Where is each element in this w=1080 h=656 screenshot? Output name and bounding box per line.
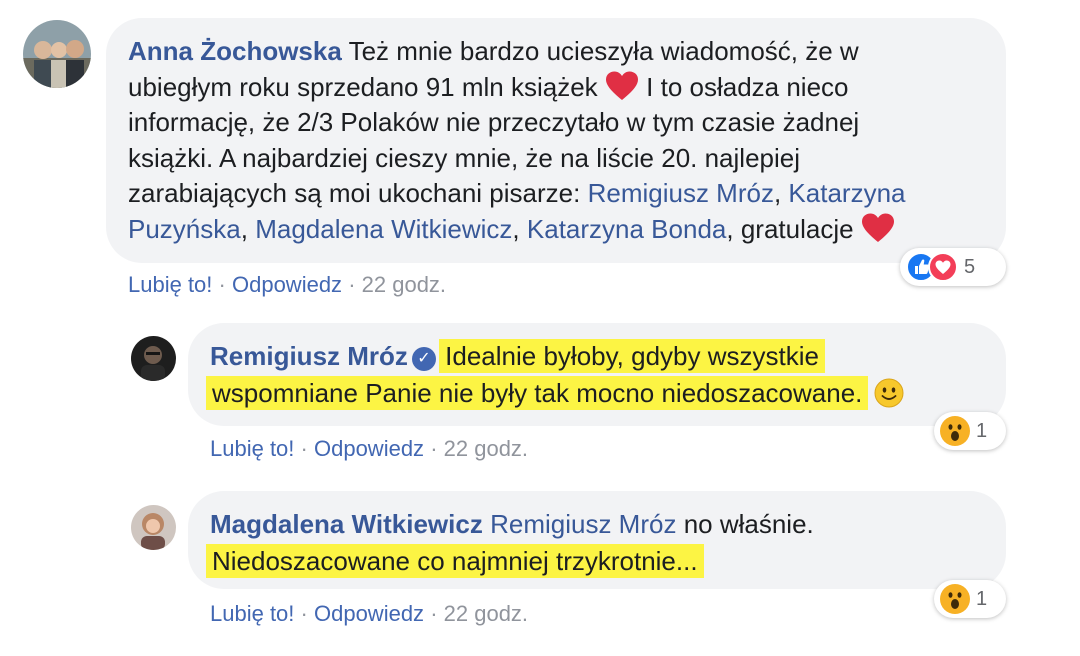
comment-text: , xyxy=(240,214,248,244)
comment-line: informację, że 2/3 Polaków nie przeczyta… xyxy=(128,105,859,140)
comment-line: Niedoszacowane co najmniej trzykrotnie..… xyxy=(206,544,704,579)
comment-text: , xyxy=(512,214,520,244)
comment-line: Magdalena Witkiewicz Remigiusz Mróz no w… xyxy=(210,507,814,542)
timestamp[interactable]: 22 godz. xyxy=(444,601,528,626)
comment-text: , xyxy=(726,214,734,244)
separator-dot: · xyxy=(300,436,308,461)
comment-text: ubiegłym roku sprzedano 91 mln książek xyxy=(128,72,598,102)
separator-dot: · xyxy=(430,601,438,626)
comment-text-highlighted: wspomniane Panie nie były tak mocno nied… xyxy=(206,376,869,410)
mention-link[interactable]: Katarzyna Bonda xyxy=(527,214,726,244)
mention-link[interactable]: Puzyńska xyxy=(128,214,241,244)
reaction-count: 1 xyxy=(976,587,988,610)
separator-dot: · xyxy=(348,272,356,297)
comment-line: Remigiusz Mróz ✓ Idealnie byłoby, gdyby w… xyxy=(210,339,825,374)
comment-author[interactable]: Remigiusz Mróz xyxy=(210,341,408,371)
comment-line: ubiegłym roku sprzedano 91 mln książek I… xyxy=(128,70,849,110)
avatar-magdalena[interactable] xyxy=(131,505,176,550)
like-button[interactable]: Lubię to! xyxy=(210,436,294,461)
reactions-summary[interactable]: 5 xyxy=(900,248,1006,286)
comment-text: , xyxy=(773,178,782,208)
comment-line: Anna Żochowska Też mnie bardzo ucieszyła… xyxy=(128,34,859,69)
comment-line: książki. A najbardziej cieszy mnie, że n… xyxy=(128,141,800,176)
like-button[interactable]: Lubię to! xyxy=(128,272,212,297)
avatar-anna[interactable] xyxy=(23,20,91,88)
comment-text: Też mnie bardzo ucieszyła wiadomość, że … xyxy=(348,36,859,66)
separator-dot: · xyxy=(218,272,226,297)
comment-author[interactable]: Magdalena Witkiewicz xyxy=(210,509,483,539)
comment-text: gratulacje xyxy=(740,214,854,244)
wow-reaction-icon xyxy=(940,416,970,446)
timestamp[interactable]: 22 godz. xyxy=(444,436,528,461)
mention-link[interactable]: Katarzyna xyxy=(788,178,905,208)
comment-line: wspomniane Panie nie były tak mocno nied… xyxy=(206,376,904,417)
comment-actions: Lubię to! · Odpowiedz · 22 godz. xyxy=(128,272,446,298)
avatar-remigiusz[interactable] xyxy=(131,336,176,381)
like-button[interactable]: Lubię to! xyxy=(210,601,294,626)
reply-button[interactable]: Odpowiedz xyxy=(232,272,342,297)
comment-line: Puzyńska, Magdalena Witkiewicz, Katarzyn… xyxy=(128,212,895,252)
reaction-count: 5 xyxy=(964,255,976,278)
comment-text: zarabiających są moi ukochani pisarze: xyxy=(128,178,581,208)
timestamp[interactable]: 22 godz. xyxy=(362,272,446,297)
verified-badge-icon: ✓ xyxy=(411,347,436,371)
comment-text: I to osładza nieco xyxy=(646,72,849,102)
smile-emoji-icon xyxy=(874,378,904,417)
comment-actions: Lubię to! · Odpowiedz · 22 godz. xyxy=(210,601,528,627)
reply-button[interactable]: Odpowiedz xyxy=(314,436,424,461)
separator-dot: · xyxy=(430,436,438,461)
comment-text: no właśnie. xyxy=(683,509,814,539)
separator-dot: · xyxy=(300,601,308,626)
comment-text: książki. A najbardziej cieszy mnie, że n… xyxy=(128,143,801,173)
comment-text: informację, że 2/3 Polaków nie przeczyta… xyxy=(128,107,860,137)
reactions-summary[interactable]: 1 xyxy=(934,412,1006,450)
comment-line: zarabiających są moi ukochani pisarze: R… xyxy=(128,176,906,211)
wow-reaction-icon xyxy=(940,584,970,614)
comment-text-highlighted: Niedoszacowane co najmniej trzykrotnie..… xyxy=(206,544,704,578)
mention-link[interactable]: Remigiusz Mróz xyxy=(588,178,774,208)
mention-link[interactable]: Remigiusz Mróz xyxy=(490,509,676,539)
reply-button[interactable]: Odpowiedz xyxy=(314,601,424,626)
comment-author[interactable]: Anna Żochowska xyxy=(128,36,342,66)
mention-link[interactable]: Magdalena Witkiewicz xyxy=(255,214,512,244)
comment-text-highlighted: Idealnie byłoby, gdyby wszystkie xyxy=(439,339,825,373)
reactions-summary[interactable]: 1 xyxy=(934,580,1006,618)
comment-actions: Lubię to! · Odpowiedz · 22 godz. xyxy=(210,436,528,462)
love-reaction-icon xyxy=(928,252,958,282)
heart-emoji-icon xyxy=(861,213,895,252)
reaction-count: 1 xyxy=(976,419,988,442)
